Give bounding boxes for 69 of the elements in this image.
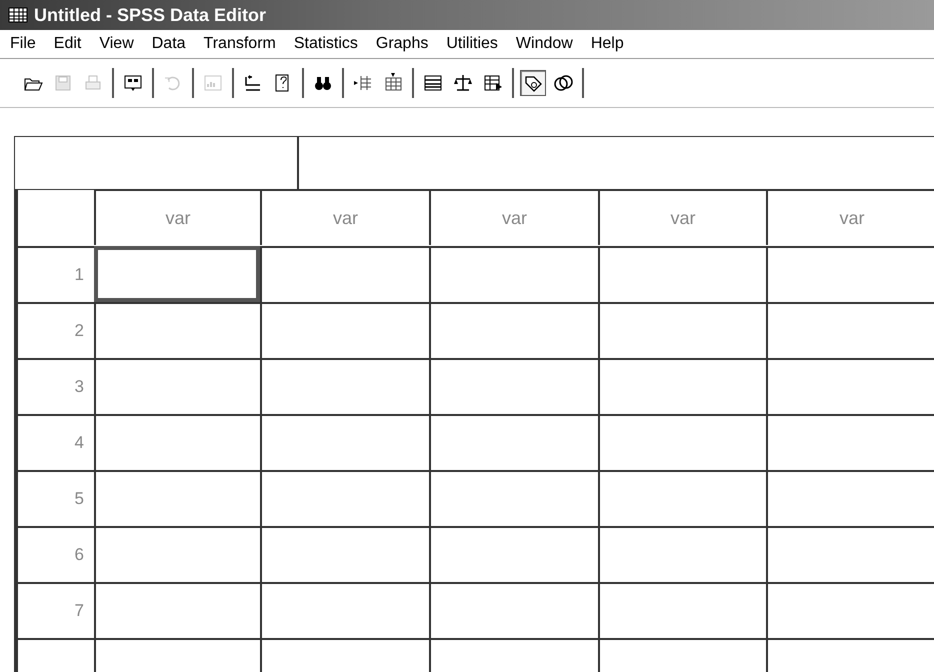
table-cell[interactable]: [94, 470, 260, 526]
split-table-icon: [423, 73, 443, 93]
menu-item[interactable]: Data: [152, 35, 186, 53]
table-cell[interactable]: [598, 414, 766, 470]
table-cell[interactable]: [766, 246, 934, 302]
table-cell[interactable]: [94, 246, 260, 302]
table-cell[interactable]: [260, 470, 429, 526]
toolbar-button[interactable]: [520, 70, 546, 96]
menu-item[interactable]: File: [10, 35, 36, 53]
table-cell[interactable]: [598, 302, 766, 358]
table-cell[interactable]: [429, 526, 598, 582]
dialog-icon: [123, 73, 143, 93]
table-cell[interactable]: [766, 526, 934, 582]
column-header[interactable]: var: [429, 189, 598, 245]
table-cell[interactable]: [94, 526, 260, 582]
column-header[interactable]: var: [598, 189, 766, 245]
table-cell[interactable]: [94, 358, 260, 414]
table-cell[interactable]: [598, 582, 766, 638]
table-cell[interactable]: [260, 414, 429, 470]
goto-case-icon: [243, 73, 263, 93]
table-cell[interactable]: [429, 414, 598, 470]
table-cell[interactable]: [766, 582, 934, 638]
menu-item[interactable]: View: [99, 35, 134, 53]
table-cell[interactable]: [429, 302, 598, 358]
table-cell[interactable]: [598, 526, 766, 582]
table-cell[interactable]: [766, 302, 934, 358]
row-header[interactable]: 3: [18, 358, 94, 414]
table-cell[interactable]: [429, 582, 598, 638]
table-cell[interactable]: [260, 302, 429, 358]
table-cell[interactable]: [260, 582, 429, 638]
table-cell[interactable]: [260, 246, 429, 302]
table-cell[interactable]: [429, 358, 598, 414]
menu-item[interactable]: Statistics: [294, 35, 358, 53]
table-cell[interactable]: [94, 414, 260, 470]
column-header[interactable]: var: [260, 189, 429, 245]
table-cell[interactable]: [260, 358, 429, 414]
row-header[interactable]: 2: [18, 302, 94, 358]
table-cell[interactable]: [94, 582, 260, 638]
insert-row-icon: [353, 73, 373, 93]
row-header[interactable]: 5: [18, 470, 94, 526]
row-header[interactable]: 1: [18, 246, 94, 302]
window-title: Untitled - SPSS Data Editor: [34, 4, 266, 26]
row-header[interactable]: 6: [18, 526, 94, 582]
table-cell[interactable]: [766, 470, 934, 526]
table-cell[interactable]: [766, 358, 934, 414]
table-cell[interactable]: [598, 246, 766, 302]
insert-column-icon: [383, 73, 403, 93]
row-header[interactable]: 7: [18, 582, 94, 638]
table-cell[interactable]: [766, 414, 934, 470]
rings-icon: [553, 73, 573, 93]
table-cell[interactable]: [598, 358, 766, 414]
scale-icon: [453, 73, 473, 93]
table-select-icon: [483, 73, 503, 93]
table-cell[interactable]: [598, 470, 766, 526]
column-header[interactable]: var: [94, 189, 260, 245]
row-header[interactable]: 4: [18, 414, 94, 470]
table-cell[interactable]: [429, 246, 598, 302]
menu-item[interactable]: Window: [516, 35, 573, 53]
menu-item[interactable]: Utilities: [446, 35, 498, 53]
table-cell[interactable]: [429, 470, 598, 526]
column-header[interactable]: var: [766, 189, 934, 245]
table-cell[interactable]: [94, 302, 260, 358]
chart-icon: [203, 73, 223, 93]
menu-item[interactable]: Edit: [54, 35, 82, 53]
table-cell[interactable]: [260, 526, 429, 582]
menu-item[interactable]: Graphs: [376, 35, 428, 53]
grid-icon: [8, 6, 28, 24]
menu-item[interactable]: Transform: [204, 35, 276, 53]
menu-item[interactable]: Help: [590, 35, 624, 53]
